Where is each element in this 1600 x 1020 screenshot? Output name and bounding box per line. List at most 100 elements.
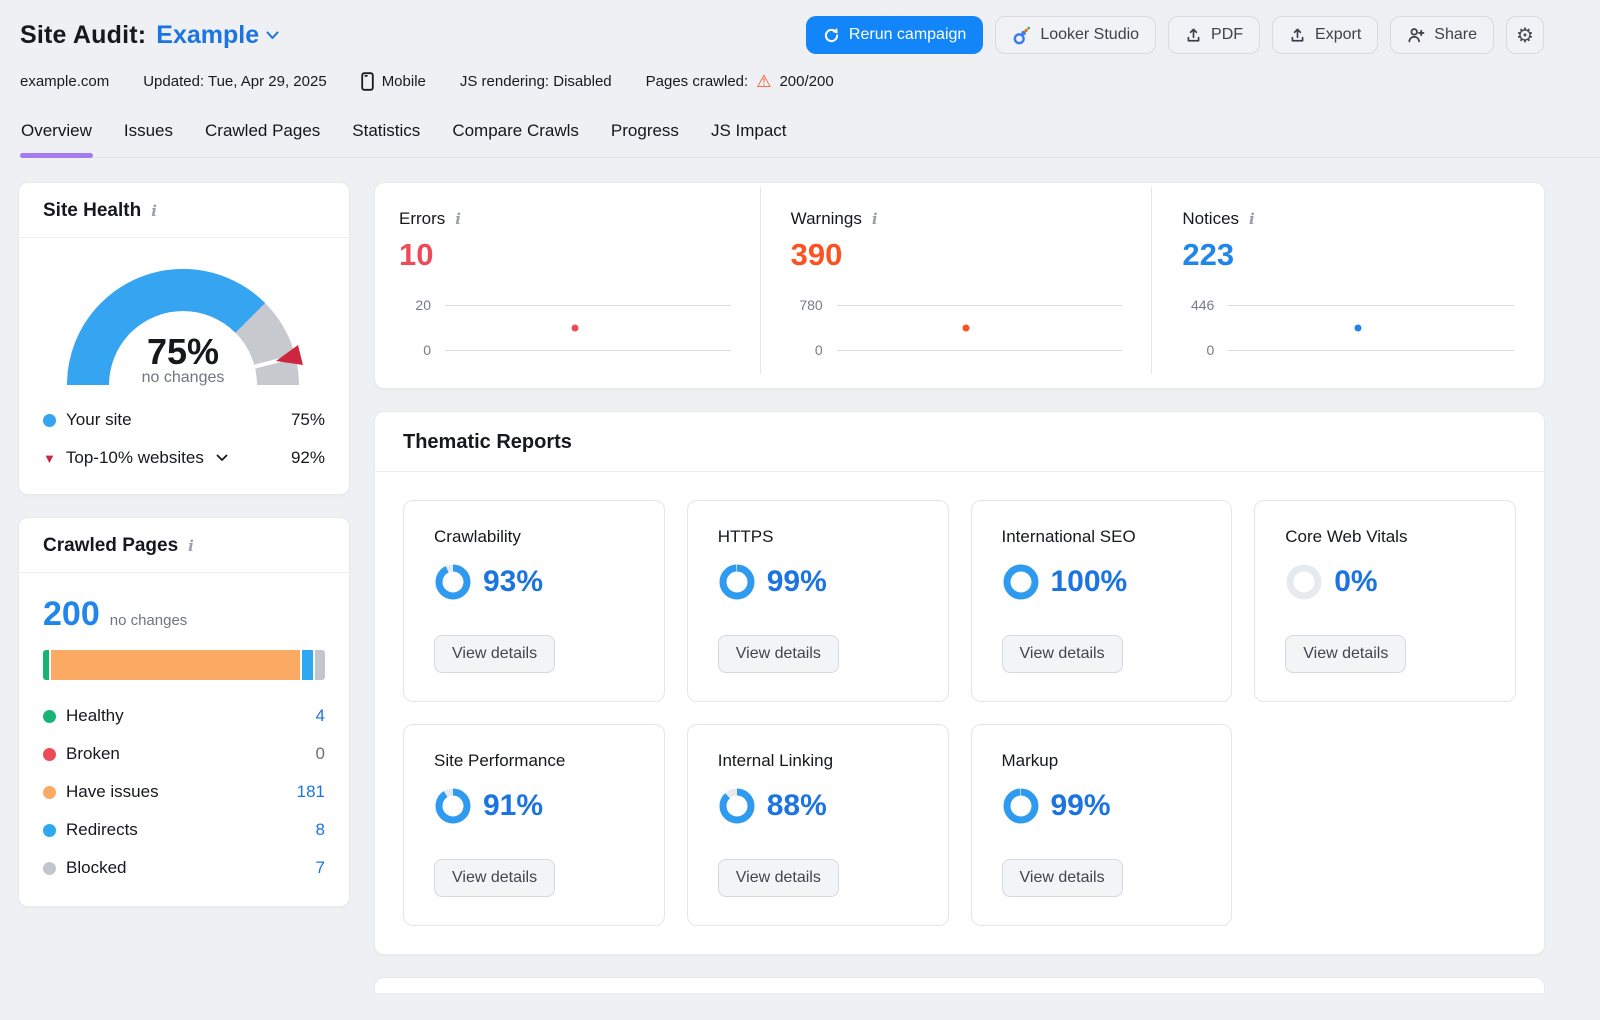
healthy-count-link[interactable]: 4 (316, 706, 325, 726)
errors-title: Errors (399, 209, 446, 228)
benchmark-triangle-icon: ▼ (43, 450, 56, 466)
campaign-name: Example (156, 20, 260, 49)
errors-panel: Errors i 10 20 0 (375, 183, 761, 388)
tab-progress[interactable]: Progress (610, 119, 680, 157)
tab-compare-crawls[interactable]: Compare Crawls (451, 119, 580, 157)
pages-crawled-meta: Pages crawled: ⚠ 200/200 (646, 73, 834, 90)
updated-date: Updated: Tue, Apr 29, 2025 (143, 73, 327, 90)
tab-overview[interactable]: Overview (20, 119, 93, 158)
thematic-card-https: HTTPS 99% View details (686, 500, 949, 702)
js-rendering-meta: JS rendering: Disabled (459, 73, 612, 90)
redirects-label: Redirects (66, 820, 138, 839)
looker-studio-button[interactable]: Looker Studio (995, 16, 1157, 54)
thematic-card-title: Internal Linking (717, 751, 834, 770)
thematic-card-title: Crawlability (434, 527, 521, 546)
view-details-button[interactable]: View details (434, 859, 556, 897)
thematic-card-site-performance: Site Performance 91% View details (403, 724, 665, 926)
thematic-card-internal-linking: Internal Linking 88% View details (686, 724, 949, 926)
page-title: Site Audit: (20, 20, 147, 49)
view-details-button[interactable]: View details (1001, 635, 1123, 673)
thematic-card-title: Core Web Vitals (1285, 527, 1408, 546)
your-site-label: Your site (66, 410, 132, 429)
view-details-button[interactable]: View details (717, 859, 839, 897)
pdf-button[interactable]: PDF (1168, 16, 1261, 54)
view-details-button[interactable]: View details (1285, 635, 1407, 673)
info-icon[interactable]: i (186, 537, 196, 555)
crawled-pages-change: no changes (109, 612, 188, 629)
tab-bar: Overview Issues Crawled Pages Statistics… (20, 119, 1600, 158)
gauge-score: 75% (147, 331, 219, 372)
have-issues-label: Have issues (66, 782, 159, 801)
notices-data-point (1354, 324, 1362, 331)
thematic-card-percent: 88% (766, 789, 827, 822)
thematic-card-title: International SEO (1001, 527, 1136, 546)
warnings-panel: Warnings i 390 780 0 (761, 183, 1153, 388)
top10-value: 92% (290, 448, 325, 467)
donut-chart (435, 788, 471, 824)
rerun-campaign-button[interactable]: Rerun campaign (805, 16, 984, 54)
thematic-card-core-web-vitals: Core Web Vitals 0% View details (1254, 500, 1516, 702)
issues-summary-card: Errors i 10 20 0 Warnings i 390 780 0 No… (374, 182, 1545, 389)
view-details-button[interactable]: View details (1001, 859, 1123, 897)
blocked-count-link[interactable]: 7 (316, 858, 325, 878)
share-label: Share (1434, 26, 1477, 43)
axis-min-label: 0 (1206, 342, 1215, 358)
tab-crawled-pages[interactable]: Crawled Pages (204, 119, 321, 157)
pages-crawled-value: 200/200 (779, 73, 834, 90)
notices-sparkline: 446 0 (1182, 297, 1515, 358)
warnings-sparkline: 780 0 (791, 297, 1123, 358)
errors-count[interactable]: 10 (399, 237, 731, 273)
errors-sparkline: 20 0 (399, 297, 731, 358)
crawled-pages-title: Crawled Pages (43, 535, 179, 556)
export-button[interactable]: Export (1272, 16, 1379, 54)
bar-segment-have-issues (50, 650, 301, 680)
info-icon[interactable]: i (870, 210, 880, 228)
looker-studio-icon (1013, 26, 1031, 44)
crawled-pages-bar (43, 650, 325, 680)
warning-triangle-icon[interactable]: ⚠ (756, 73, 771, 90)
thematic-card-title: Site Performance (434, 751, 566, 770)
donut-chart (435, 564, 471, 600)
settings-button[interactable]: ⚙ (1506, 16, 1544, 54)
thematic-reports-title: Thematic Reports (403, 431, 572, 453)
info-icon[interactable]: i (1247, 210, 1257, 228)
chevron-down-icon[interactable] (216, 454, 228, 462)
tab-js-impact[interactable]: JS Impact (710, 119, 788, 157)
have-issues-count-link[interactable]: 181 (297, 782, 325, 802)
bar-segment-healthy (43, 650, 49, 680)
campaign-selector[interactable]: Example (156, 21, 279, 50)
redirects-dot (43, 823, 56, 837)
gear-icon: ⚙ (1516, 24, 1534, 47)
warnings-count[interactable]: 390 (791, 237, 1123, 273)
axis-max-label: 446 (1190, 297, 1215, 313)
view-details-button[interactable]: View details (434, 635, 556, 673)
bar-segment-redirects (302, 650, 314, 680)
blocked-dot (43, 861, 56, 875)
mobile-icon (360, 72, 374, 91)
info-icon[interactable]: i (149, 202, 159, 220)
tab-issues[interactable]: Issues (123, 119, 174, 157)
thematic-reports-card: Thematic Reports Crawlability 93% View d… (374, 411, 1545, 955)
view-details-button[interactable]: View details (717, 635, 839, 673)
info-icon[interactable]: i (453, 210, 463, 228)
axis-max-label: 780 (799, 297, 823, 313)
legend-row-blocked: Blocked 7 (43, 856, 325, 880)
thematic-card-percent: 91% (483, 789, 544, 822)
axis-min-label: 0 (423, 342, 431, 358)
export-label: Export (1315, 26, 1362, 43)
redirects-count-link[interactable]: 8 (316, 820, 325, 840)
device-meta: Mobile (360, 72, 426, 91)
site-health-card: Site Health i 75% no changes Your site 7… (18, 182, 350, 495)
share-button[interactable]: Share (1390, 16, 1494, 54)
your-site-dot (43, 413, 56, 427)
pages-crawled-label: Pages crawled: (645, 73, 749, 90)
rerun-campaign-label: Rerun campaign (848, 26, 967, 43)
donut-chart (1003, 788, 1038, 824)
blocked-label: Blocked (66, 858, 127, 877)
donut-chart (719, 564, 755, 600)
pdf-label: PDF (1211, 26, 1244, 43)
errors-data-point (571, 324, 579, 331)
tab-statistics[interactable]: Statistics (351, 119, 421, 157)
axis-min-label: 0 (814, 342, 823, 358)
notices-count[interactable]: 223 (1182, 237, 1514, 273)
